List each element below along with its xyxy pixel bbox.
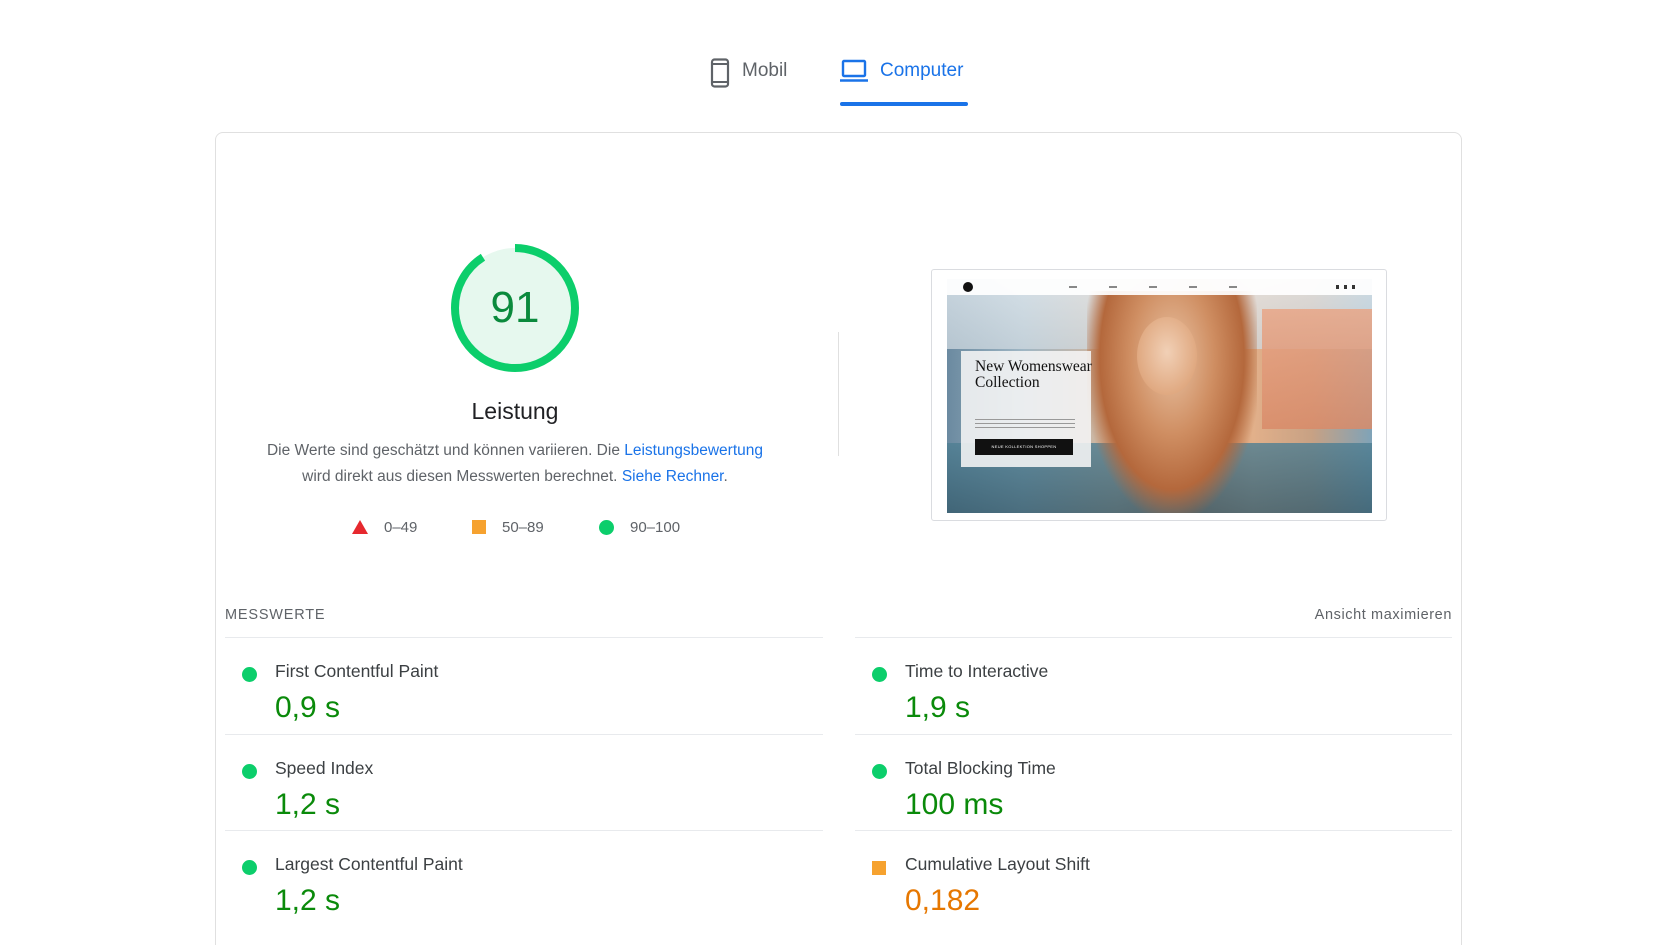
screenshot-nav-icons — [1336, 285, 1358, 289]
triangle-icon — [352, 520, 368, 534]
screenshot-logo-icon — [963, 282, 973, 292]
metric-name: Total Blocking Time — [905, 758, 1056, 778]
metric-cumulative-layout-shift: Cumulative Layout Shift 0,182 — [855, 840, 1445, 936]
metric-time-to-interactive: Time to Interactive 1,9 s — [855, 647, 1445, 743]
description-text-2: wird direkt aus diesen Messwerten berech… — [302, 468, 622, 485]
description-text-1: Die Werte sind geschätzt und können vari… — [266, 442, 625, 459]
performance-title: Leistung — [471, 398, 559, 424]
metric-value: 1,2 s — [275, 788, 341, 821]
metric-value: 1,9 s — [905, 691, 971, 724]
screenshot-shop-button: NEUE KOLLEKTION SHOPPEN — [975, 439, 1073, 455]
metric-name: Speed Index — [275, 758, 374, 778]
metric-value: 0,9 s — [275, 691, 341, 724]
metrics-divider — [225, 637, 823, 638]
metric-first-contentful-paint: First Contentful Paint 0,9 s — [225, 647, 815, 743]
metric-speed-index: Speed Index 1,2 s — [225, 744, 815, 840]
performance-score: 91 — [490, 283, 540, 332]
link-performance-scoring[interactable]: Leistungsbewertung — [624, 442, 763, 459]
metric-name: Time to Interactive — [905, 661, 1049, 681]
pass-circle-icon — [242, 860, 257, 875]
link-calculator[interactable]: Siehe Rechner — [622, 468, 724, 485]
screenshot-image: New Womenswear Collection NEUE KOLLEKTIO… — [947, 279, 1372, 513]
metric-largest-contentful-paint: Largest Contentful Paint 1,2 s — [225, 840, 815, 936]
legend-average: 50–89 — [472, 516, 544, 538]
vertical-divider — [838, 332, 839, 456]
tab-computer[interactable]: Computer — [840, 58, 963, 108]
circle-icon — [599, 519, 614, 535]
final-screenshot: New Womenswear Collection NEUE KOLLEKTIO… — [931, 269, 1387, 521]
screenshot-headline: New Womenswear Collection — [975, 358, 1092, 391]
pass-circle-icon — [872, 667, 887, 682]
tab-computer-label: Computer — [880, 60, 964, 81]
tab-mobile-label: Mobil — [742, 60, 788, 81]
tab-mobile[interactable]: Mobil — [710, 58, 787, 108]
legend-fail-label: 0–49 — [384, 518, 418, 536]
metric-name: Largest Contentful Paint — [275, 854, 463, 874]
performance-gauge[interactable]: 91 — [449, 242, 581, 374]
metrics-divider — [855, 637, 1452, 638]
pass-circle-icon — [242, 764, 257, 779]
legend-pass-label: 90–100 — [630, 518, 681, 536]
legend-fail: 0–49 — [352, 516, 417, 538]
metric-value: 100 ms — [905, 788, 1004, 821]
metrics-title: MESSWERTE — [225, 607, 326, 623]
expand-view-toggle[interactable]: Ansicht maximieren — [1282, 607, 1452, 623]
legend-average-label: 50–89 — [502, 518, 544, 536]
square-icon — [472, 520, 486, 534]
laptop-icon — [840, 59, 868, 82]
average-square-icon — [872, 861, 886, 875]
screenshot-shop-button-label: NEUE KOLLEKTION SHOPPEN — [991, 444, 1057, 449]
device-tabs: Mobil Computer — [0, 58, 1680, 108]
active-tab-indicator — [840, 102, 968, 106]
description-text-end: . — [723, 468, 728, 485]
metric-name: Cumulative Layout Shift — [905, 854, 1090, 874]
screenshot-face — [1137, 317, 1197, 395]
metric-value: 1,2 s — [275, 884, 341, 917]
metric-total-blocking-time: Total Blocking Time 100 ms — [855, 744, 1445, 840]
metric-value: 0,182 — [905, 884, 981, 917]
pass-circle-icon — [872, 764, 887, 779]
smartphone-icon — [710, 58, 730, 88]
performance-description: Die Werte sind geschätzt und können vari… — [250, 438, 780, 490]
screenshot-building — [1262, 309, 1372, 429]
screenshot-body-text — [975, 419, 1075, 429]
legend-pass: 90–100 — [599, 516, 680, 538]
screenshot-nav-links — [1069, 286, 1269, 288]
screenshot-navbar — [947, 279, 1372, 295]
metric-name: First Contentful Paint — [275, 661, 439, 681]
pass-circle-icon — [242, 667, 257, 682]
